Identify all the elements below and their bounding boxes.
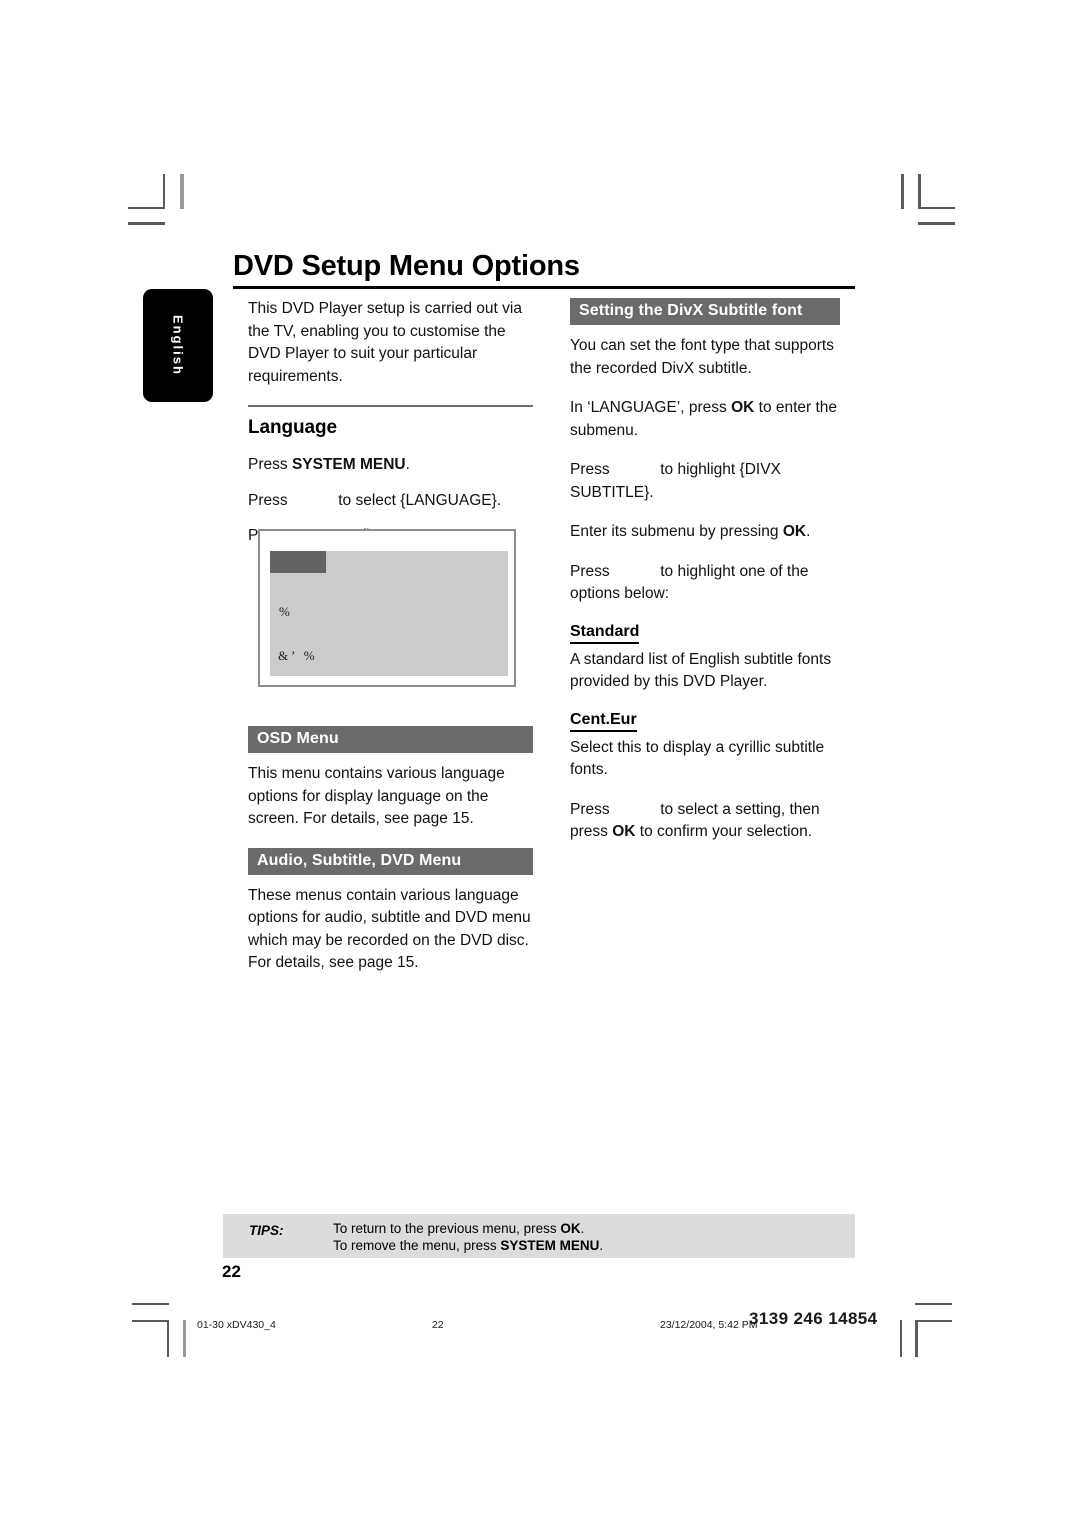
osd-screenshot-glyph-1: % <box>279 604 290 619</box>
crop-mark-bottom-left-rule <box>132 1303 169 1305</box>
divx-step-highlight-option: Press to highlight one of the options be… <box>570 561 858 606</box>
crop-mark-bottom-left-vertical <box>167 1320 169 1357</box>
manual-page: DVD Setup Menu Options English This DVD … <box>0 0 1080 1528</box>
divx-p3-pre: Press <box>570 461 614 478</box>
crop-mark-bottom-left-horizontal <box>132 1320 169 1322</box>
crop-mark-bottom-right-bleed-bar <box>900 1320 902 1357</box>
divx-p2-strong: OK <box>731 399 755 416</box>
step-2-pre: Press <box>248 491 292 509</box>
tips-label: TIPS: <box>249 1223 284 1238</box>
audio-subtitle-dvd-menu-section-bar: Audio, Subtitle, DVD Menu <box>248 847 533 875</box>
language-side-tab: English <box>143 289 213 402</box>
tips-line-1-strong: OK <box>560 1221 581 1236</box>
standard-body: A standard list of English subtitle font… <box>570 650 832 691</box>
left-column-lower: OSD Menu This menu contains various lang… <box>248 726 533 992</box>
crop-mark-bottom-left-bleed-bar <box>183 1320 186 1357</box>
tips-line-1-post: . <box>580 1221 585 1236</box>
osd-menu-section-bar: OSD Menu <box>248 726 533 753</box>
crop-mark-top-left-horizontal <box>128 207 165 209</box>
standard-heading-wrap: Standard <box>570 623 858 647</box>
footer-document-code: 3139 246 14854 <box>749 1309 878 1328</box>
step-1-pre: Press <box>248 456 292 473</box>
osd-screenshot-glyph-2: &’ % <box>278 648 318 663</box>
osd-menu-body: This menu contains various language opti… <box>248 765 505 827</box>
divx-subtitle-font-section-bar: Setting the DivX Subtitle font <box>570 298 840 325</box>
cent-eur-heading-wrap: Cent.Eur <box>570 711 858 735</box>
divx-p4-pre: Enter its submenu by pressing <box>570 523 783 540</box>
crop-mark-bottom-right-rule <box>915 1303 952 1305</box>
standard-heading: Standard <box>570 623 640 644</box>
divx-p4-strong: OK <box>782 523 807 540</box>
language-side-tab-label: English <box>170 315 186 376</box>
step-1-strong: SYSTEM MENU <box>291 456 406 473</box>
crop-mark-bottom-right-horizontal <box>915 1320 952 1322</box>
crop-mark-top-left-rule <box>128 222 165 225</box>
divx-p6-pre: Press <box>570 800 614 818</box>
tips-line-2-pre: To remove the menu, press <box>333 1237 501 1253</box>
tips-line-2: To remove the menu, press SYSTEM MENU. <box>333 1238 603 1255</box>
crop-mark-top-left-bleed-bar <box>180 174 184 209</box>
divx-p4-post: . <box>806 523 811 540</box>
language-heading: Language <box>248 417 337 438</box>
footer-timestamp: 23/12/2004, 5:42 PM <box>660 1319 758 1331</box>
divx-step-press-ok: Enter its submenu by pressing OK. <box>570 521 858 544</box>
divx-p5-pre: Press <box>570 562 614 580</box>
crop-mark-top-right-vertical <box>918 174 921 209</box>
divx-p2-pre: In ‘LANGUAGE’, press <box>570 399 732 416</box>
crop-mark-bottom-right-vertical <box>915 1320 918 1357</box>
step-select-language: Press to select {LANGUAGE}. <box>248 490 533 513</box>
tips-line-2-post: . <box>599 1237 604 1253</box>
crop-mark-top-right-rule <box>918 222 955 225</box>
divx-p6-strong: OK <box>612 823 636 840</box>
crop-mark-top-left-vertical <box>163 174 165 209</box>
title-divider <box>233 286 855 289</box>
cent-eur-heading: Cent.Eur <box>570 711 637 732</box>
divx-step-select-setting: Press to select a setting, then press OK… <box>570 799 858 844</box>
divx-step-enter-submenu: In ‘LANGUAGE’, press OK to enter the sub… <box>570 397 858 442</box>
osd-screenshot-panel: % &’ % <box>270 551 508 676</box>
page-title: DVD Setup Menu Options <box>233 250 580 282</box>
left-column: This DVD Player setup is carried out via… <box>248 298 533 561</box>
tips-line-1-pre: To return to the previous menu, press <box>333 1221 561 1236</box>
page-number: 22 <box>222 1262 241 1281</box>
step-system-menu: Press SYSTEM MENU. <box>248 454 533 477</box>
tips-line-2-strong: SYSTEM MENU <box>500 1237 600 1253</box>
divx-intro-paragraph: You can set the font type that supports … <box>570 337 834 377</box>
crop-mark-top-right-bleed-bar <box>901 174 904 209</box>
tips-lines: To return to the previous menu, press OK… <box>333 1221 603 1254</box>
audio-subtitle-dvd-menu-body: These menus contain various language opt… <box>248 886 531 972</box>
right-column: Setting the DivX Subtitle font You can s… <box>570 298 858 861</box>
intro-paragraph: This DVD Player setup is carried out via… <box>248 300 522 385</box>
tips-box: TIPS: To return to the previous menu, pr… <box>223 1214 855 1258</box>
step-1-post: . <box>405 456 410 473</box>
divx-step-highlight-subtitle: Press to highlight {DIVX SUBTITLE}. <box>570 459 858 504</box>
footer-page-number: 22 <box>432 1319 444 1331</box>
step-2-post: to select {LANGUAGE}. <box>333 491 502 509</box>
footer-file-name: 01-30 xDV430_4 <box>197 1319 276 1331</box>
language-section-divider <box>248 405 533 407</box>
divx-p6-post: to confirm your selection. <box>635 823 813 840</box>
cent-eur-body: Select this to display a cyrillic subtit… <box>570 738 825 779</box>
osd-screenshot-header-bar <box>270 551 326 573</box>
tips-line-1: To return to the previous menu, press OK… <box>333 1221 603 1238</box>
crop-mark-top-right-horizontal <box>918 207 955 209</box>
osd-screenshot-figure: % &’ % <box>258 529 516 687</box>
